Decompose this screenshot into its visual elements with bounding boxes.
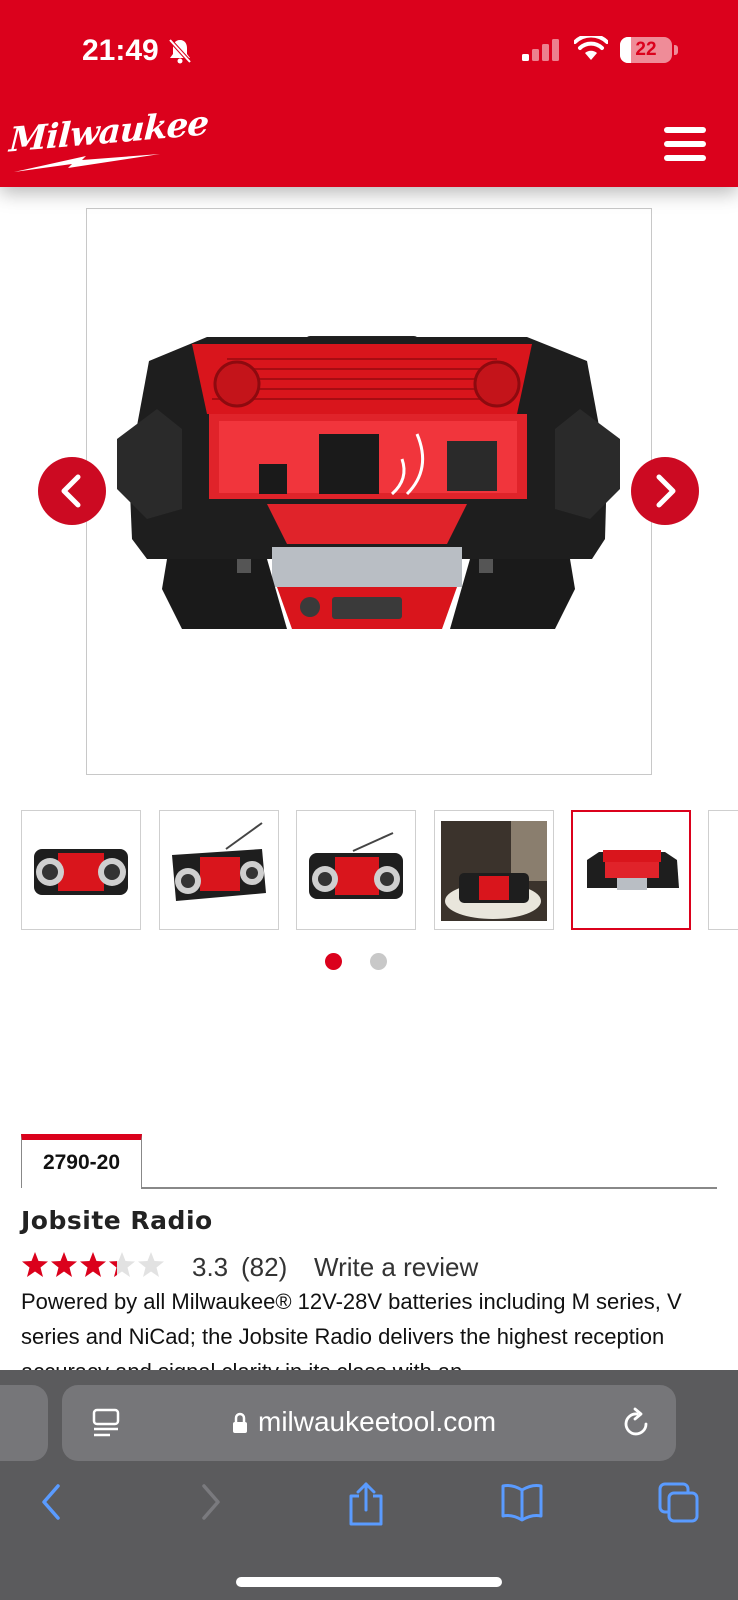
bookmarks-icon[interactable] bbox=[500, 1482, 544, 1522]
main-product-image bbox=[86, 208, 652, 775]
tabs-icon[interactable] bbox=[658, 1482, 700, 1524]
lock-icon bbox=[233, 1412, 247, 1433]
back-icon[interactable] bbox=[36, 1482, 66, 1522]
bell-slash-icon bbox=[168, 38, 192, 64]
battery-icon: 22 bbox=[620, 37, 672, 63]
chevron-right-icon bbox=[656, 474, 676, 508]
radio-thumbnail-image bbox=[587, 850, 679, 890]
carousel-prev-button[interactable] bbox=[38, 457, 106, 525]
thumbnail-2[interactable] bbox=[159, 810, 279, 930]
forward-icon[interactable] bbox=[196, 1482, 226, 1522]
logo-swoosh-icon bbox=[14, 154, 160, 172]
share-icon[interactable] bbox=[347, 1482, 385, 1526]
tab-divider bbox=[141, 1187, 717, 1189]
chevron-left-icon bbox=[61, 474, 81, 508]
jobsite-radio-image bbox=[117, 336, 620, 629]
home-indicator[interactable] bbox=[236, 1577, 502, 1587]
model-number-tab[interactable]: 2790-20 bbox=[21, 1134, 142, 1188]
thumbnail-3[interactable] bbox=[296, 810, 416, 930]
url-text[interactable]: milwaukeetool.com bbox=[258, 1406, 496, 1438]
radio-thumbnail-image bbox=[34, 849, 128, 895]
carousel-dot-2[interactable] bbox=[370, 953, 387, 970]
status-time: 21:49 bbox=[82, 34, 159, 67]
carousel-next-button[interactable] bbox=[631, 457, 699, 525]
star-rating-icon bbox=[22, 1252, 164, 1277]
hamburger-menu-icon[interactable] bbox=[664, 127, 706, 161]
site-header: 21:49 22 Milwaukee bbox=[0, 0, 738, 187]
product-description: Powered by all Milwaukee® 12V-28V batter… bbox=[21, 1289, 682, 1370]
battery-level: 22 bbox=[635, 39, 657, 60]
rating-value: 3.3 bbox=[192, 1252, 229, 1282]
page-menu-icon[interactable] bbox=[92, 1408, 120, 1438]
radio-thumbnail-image bbox=[309, 832, 403, 899]
radio-thumbnail-image bbox=[441, 821, 547, 921]
wifi-icon bbox=[574, 36, 608, 60]
thumbnail-5[interactable] bbox=[571, 810, 691, 930]
rating-count[interactable]: (82) bbox=[241, 1252, 287, 1283]
radio-thumbnail-image bbox=[172, 822, 266, 901]
thumbnail-1[interactable] bbox=[21, 810, 141, 930]
thumbnail-6-partial[interactable] bbox=[708, 810, 738, 930]
product-title: Jobsite Radio bbox=[21, 1206, 213, 1235]
reload-icon[interactable] bbox=[622, 1406, 652, 1438]
previous-tab-preview[interactable] bbox=[0, 1385, 48, 1461]
carousel-dot-1[interactable] bbox=[325, 953, 342, 970]
write-review-link[interactable]: Write a review bbox=[314, 1252, 478, 1283]
battery-cap bbox=[674, 45, 678, 55]
signal-icon bbox=[522, 39, 559, 61]
thumbnail-4[interactable] bbox=[434, 810, 554, 930]
